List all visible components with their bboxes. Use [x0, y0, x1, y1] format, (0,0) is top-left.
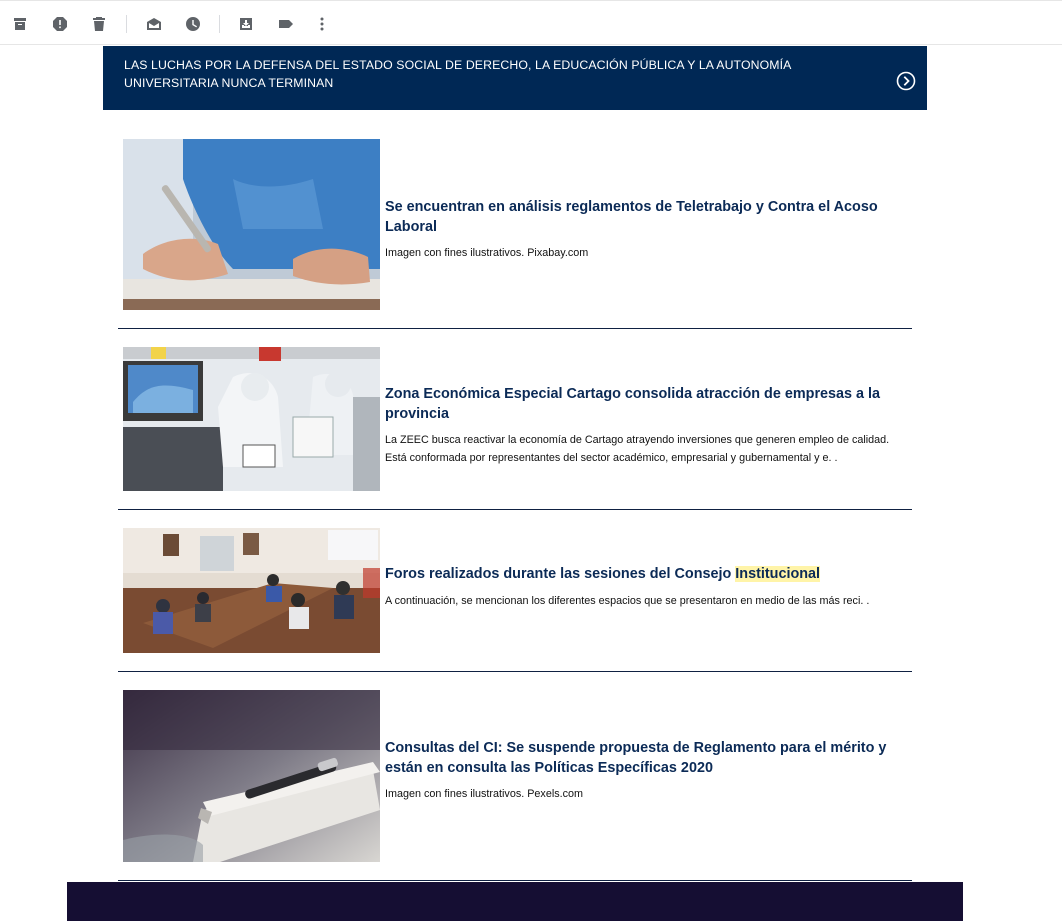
news-item: Foros realizados durante las sesiones de…	[118, 510, 912, 672]
news-item: Zona Económica Especial Cartago consolid…	[118, 329, 912, 510]
article-thumbnail[interactable]	[123, 347, 380, 491]
article-title[interactable]: Se encuentran en análisis reglamentos de…	[385, 198, 910, 237]
search-highlight: Institucional	[735, 566, 821, 582]
delete-button[interactable]	[89, 14, 109, 34]
archive-button[interactable]	[10, 14, 30, 34]
chevron-right-circle-icon[interactable]	[896, 71, 916, 91]
banner-text: LAS LUCHAS POR LA DEFENSA DEL ESTADO SOC…	[124, 58, 791, 90]
article-description: Imagen con fines ilustrativos. Pixabay.c…	[385, 247, 589, 259]
newsletter-footer	[67, 882, 963, 921]
delete-icon	[93, 17, 105, 31]
article-thumbnail[interactable]	[123, 528, 380, 653]
article-description: A continuación, se mencionan los diferen…	[385, 594, 870, 607]
email-toolbar	[0, 0, 1062, 45]
article-thumbnail[interactable]	[123, 690, 380, 862]
mark-unread-button[interactable]	[144, 14, 164, 34]
move-to-button[interactable]	[236, 14, 256, 34]
snooze-icon	[186, 17, 200, 31]
more-options-icon	[320, 17, 324, 31]
article-title[interactable]: Foros realizados durante las sesiones de…	[385, 565, 910, 585]
label-icon	[279, 20, 293, 28]
report-spam-button[interactable]	[50, 14, 70, 34]
report-spam-icon	[53, 17, 67, 31]
more-options-button[interactable]	[312, 14, 332, 34]
laboratory-workers-image	[123, 347, 380, 491]
article-description: Imagen con fines ilustrativos. Pexels.co…	[385, 788, 584, 800]
move-to-icon	[240, 18, 252, 30]
council-meeting-image	[123, 528, 380, 653]
article-title[interactable]: Consultas del CI: Se suspende propuesta …	[385, 739, 910, 778]
article-content: Zona Económica Especial Cartago consolid…	[385, 385, 910, 467]
news-item: Consultas del CI: Se suspende propuesta …	[118, 672, 912, 881]
news-item: Se encuentran en análisis reglamentos de…	[118, 110, 912, 329]
toolbar-divider	[126, 15, 127, 33]
article-content: Se encuentran en análisis reglamentos de…	[385, 198, 910, 262]
toolbar-divider	[219, 15, 220, 33]
article-description: La ZEEC busca reactivar la economía de C…	[385, 434, 890, 464]
snooze-button[interactable]	[183, 14, 203, 34]
article-title-text: Foros realizados durante las sesiones de…	[385, 566, 736, 582]
article-thumbnail[interactable]	[123, 139, 380, 310]
archive-icon	[14, 18, 26, 30]
article-content: Consultas del CI: Se suspende propuesta …	[385, 739, 910, 803]
article-content: Foros realizados durante las sesiones de…	[385, 565, 910, 610]
label-button[interactable]	[276, 14, 296, 34]
header-banner[interactable]: LAS LUCHAS POR LA DEFENSA DEL ESTADO SOC…	[103, 46, 927, 110]
mark-unread-icon	[147, 18, 161, 30]
article-title[interactable]: Zona Económica Especial Cartago consolid…	[385, 385, 910, 424]
person-signing-document-image	[123, 139, 380, 310]
notebook-and-pen-image	[123, 690, 380, 862]
